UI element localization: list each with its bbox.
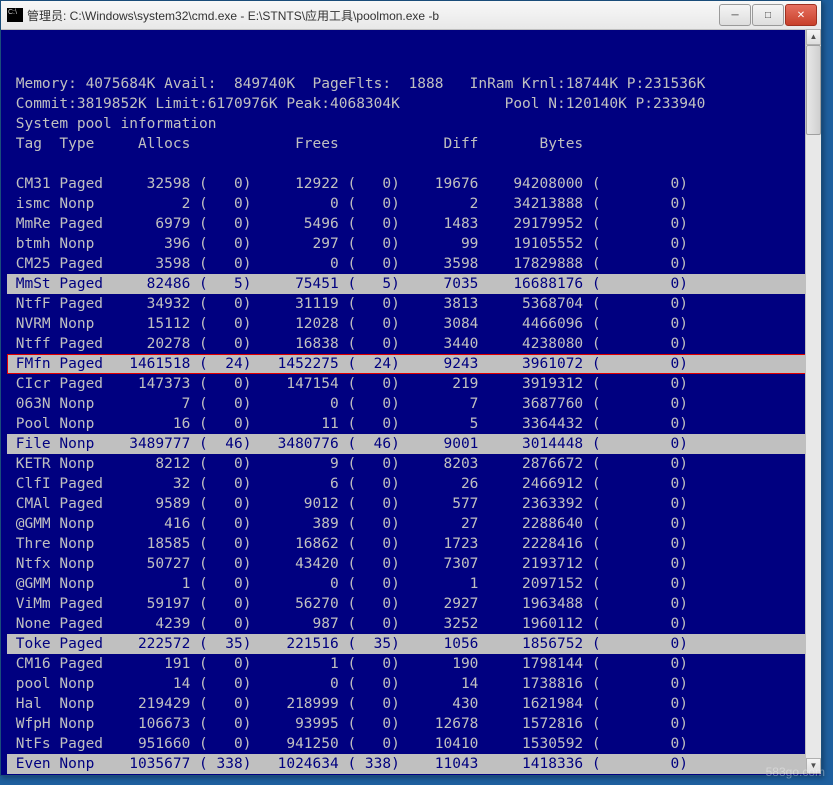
table-row: Toke Paged 222572 ( 35) 221516 ( 35) 105… (7, 634, 815, 654)
table-row: MmSt Paged 82486 ( 5) 75451 ( 5) 7035 16… (7, 274, 815, 294)
console-output: Memory: 4075684K Avail: 849740K PageFlts… (1, 30, 821, 775)
table-row: CMAl Paged 9589 ( 0) 9012 ( 0) 577 23633… (7, 494, 815, 514)
table-row: CM16 Paged 191 ( 0) 1 ( 0) 190 1798144 (… (7, 654, 815, 674)
minimize-button[interactable]: ─ (719, 4, 751, 26)
table-row: ViMm Paged 59197 ( 0) 56270 ( 0) 2927 19… (7, 594, 815, 614)
vertical-scrollbar[interactable]: ▲ ▼ (805, 29, 821, 774)
table-row: ClfI Paged 32 ( 0) 6 ( 0) 26 2466912 ( 0… (7, 474, 815, 494)
table-row: Memory: 4075684K Avail: 849740K PageFlts… (7, 74, 815, 94)
table-row: CM25 Paged 3598 ( 0) 0 ( 0) 3598 1782988… (7, 254, 815, 274)
table-row: Even Nonp 1035677 ( 338) 1024634 ( 338) … (7, 754, 815, 774)
table-row: System pool information (7, 114, 815, 134)
close-button[interactable]: ✕ (785, 4, 817, 26)
cmd-window: 管理员: C:\Windows\system32\cmd.exe - E:\ST… (0, 0, 822, 776)
table-row: Ntff Paged 20278 ( 0) 16838 ( 0) 3440 42… (7, 334, 815, 354)
table-row: CM31 Paged 32598 ( 0) 12922 ( 0) 19676 9… (7, 174, 815, 194)
table-row: pool Nonp 14 ( 0) 0 ( 0) 14 1738816 ( 0) (7, 674, 815, 694)
table-row: Commit:3819852K Limit:6170976K Peak:4068… (7, 94, 815, 114)
table-row: WfpH Nonp 106673 ( 0) 93995 ( 0) 12678 1… (7, 714, 815, 734)
table-row: File Nonp 3489777 ( 46) 3480776 ( 46) 90… (7, 434, 815, 454)
table-row: ismc Nonp 2 ( 0) 0 ( 0) 2 34213888 ( 0) (7, 194, 815, 214)
table-row: Thre Nonp 18585 ( 0) 16862 ( 0) 1723 222… (7, 534, 815, 554)
table-row: Pool Nonp 16 ( 0) 11 ( 0) 5 3364432 ( 0) (7, 414, 815, 434)
maximize-button[interactable]: □ (752, 4, 784, 26)
table-row: MmRe Paged 6979 ( 0) 5496 ( 0) 1483 2917… (7, 214, 815, 234)
table-row: NtFs Paged 951660 ( 0) 941250 ( 0) 10410… (7, 734, 815, 754)
cmd-icon (7, 8, 23, 22)
watermark: 583go.com (766, 765, 825, 779)
table-row: CIcr Paged 147373 ( 0) 147154 ( 0) 219 3… (7, 374, 815, 394)
table-row: FMsl Nonp 47598 ( 0) 40342 ( 0) 7256 139… (7, 774, 815, 775)
window-buttons: ─ □ ✕ (718, 4, 817, 26)
table-row: @GMM Nonp 1 ( 0) 0 ( 0) 1 2097152 ( 0) (7, 574, 815, 594)
table-row: FMfn Paged 1461518 ( 24) 1452275 ( 24) 9… (7, 354, 815, 374)
scroll-up-button[interactable]: ▲ (806, 29, 821, 45)
table-row: None Paged 4239 ( 0) 987 ( 0) 3252 19601… (7, 614, 815, 634)
table-row: KETR Nonp 8212 ( 0) 9 ( 0) 8203 2876672 … (7, 454, 815, 474)
table-row: Tag Type Allocs Frees Diff Bytes (7, 134, 815, 154)
window-title: 管理员: C:\Windows\system32\cmd.exe - E:\ST… (27, 7, 718, 24)
scroll-thumb[interactable] (806, 45, 821, 135)
table-row: @GMM Nonp 416 ( 0) 389 ( 0) 27 2288640 (… (7, 514, 815, 534)
table-row: btmh Nonp 396 ( 0) 297 ( 0) 99 19105552 … (7, 234, 815, 254)
table-row: NtfF Paged 34932 ( 0) 31119 ( 0) 3813 53… (7, 294, 815, 314)
table-row: 063N Nonp 7 ( 0) 0 ( 0) 7 3687760 ( 0) (7, 394, 815, 414)
table-row: NVRM Nonp 15112 ( 0) 12028 ( 0) 3084 446… (7, 314, 815, 334)
table-row: Ntfx Nonp 50727 ( 0) 43420 ( 0) 7307 219… (7, 554, 815, 574)
titlebar[interactable]: 管理员: C:\Windows\system32\cmd.exe - E:\ST… (1, 1, 821, 30)
table-row: Hal Nonp 219429 ( 0) 218999 ( 0) 430 162… (7, 694, 815, 714)
